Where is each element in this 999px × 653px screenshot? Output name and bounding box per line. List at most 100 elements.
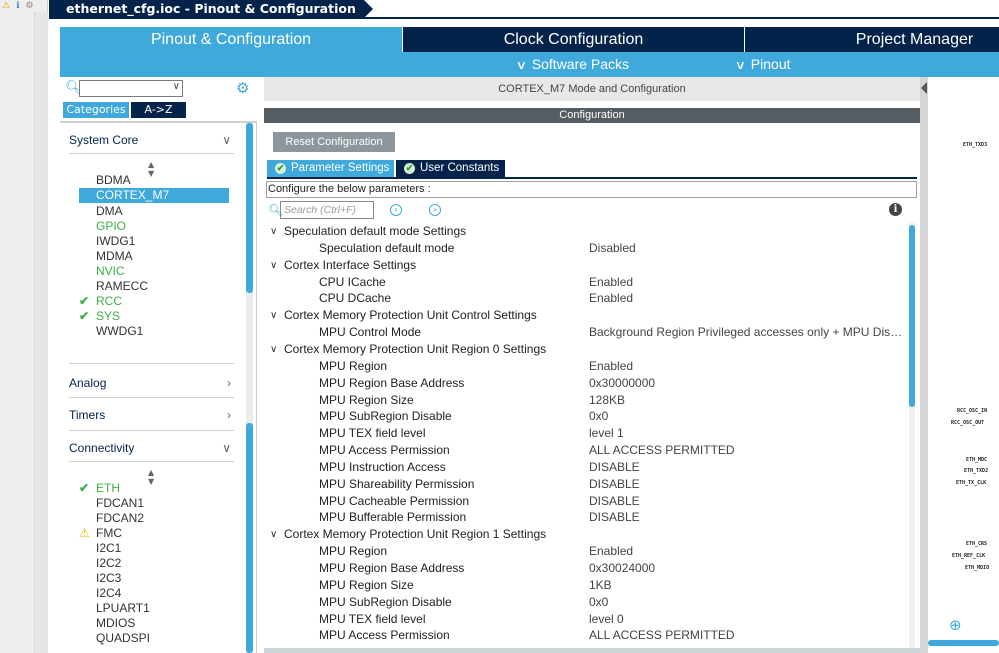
list-item-ramecc[interactable]: RAMECC [96,279,246,294]
tree-param-row[interactable]: MPU Bufferable Permission DISABLE [264,509,909,526]
tree-param-row[interactable]: MPU Control Mode Background Region Privil… [264,324,909,341]
list-item-i2c3[interactable]: I2C3 [96,571,246,586]
param-value[interactable]: ALL ACCESS PERMITTED [589,627,907,644]
previous-icon[interactable]: ‹ [390,204,402,216]
tree-param-row[interactable]: MPU Region Enabled [264,543,909,560]
param-value[interactable]: Enabled [589,543,907,560]
settings-icon[interactable]: ⚙ [26,1,34,11]
list-item-i2c2[interactable]: I2C2 [96,556,246,571]
list-item-rcc[interactable]: ✔ RCC [79,294,229,309]
search-combo[interactable]: ∨ [79,80,183,97]
list-item-quadspi[interactable]: QUADSPI [96,631,246,646]
list-item-gpio[interactable]: GPIO [96,219,246,234]
ide-scrollbar[interactable] [34,12,48,653]
tree-param-row[interactable]: MPU Region Size 1KB [264,577,909,594]
categories-button[interactable]: Categories [63,102,129,118]
software-packs-menu[interactable]: ∨ Software Packs [516,52,629,77]
zoom-in-icon[interactable]: ⊕ [949,616,964,634]
tree-param-row[interactable]: CPU ICache Enabled [264,274,909,291]
list-item-iwdg1[interactable]: IWDG1 [96,234,246,249]
tree-param-row[interactable]: MPU TEX field level level 0 [264,611,909,628]
next-icon[interactable]: › [429,204,441,216]
gear-icon[interactable]: ⚙ [236,79,249,97]
param-search-input[interactable]: Search (Ctrl+F) [280,201,374,219]
list-item-fdcan2[interactable]: FDCAN2 [96,511,246,526]
section-connectivity[interactable]: Connectivity ∨ [69,441,231,461]
category-scrollbar[interactable] [246,123,253,653]
tree-param-row[interactable]: MPU Region Enabled [264,358,909,375]
tree-param-row[interactable]: MPU Instruction Access DISABLE [264,459,909,476]
chevron-down-icon[interactable]: ∨ [173,81,180,92]
tab-pinout-configuration[interactable]: Pinout & Configuration [60,27,403,52]
list-item-fmc[interactable]: ⚠ FMC [79,526,229,541]
tree-group-row[interactable]: ∨ Cortex Interface Settings [264,257,909,274]
param-value[interactable]: 1KB [589,577,907,594]
list-item-cortex-m7[interactable]: CORTEX_M7 [79,188,229,203]
tree-param-row[interactable]: MPU Region Base Address 0x30000000 [264,375,909,392]
param-value[interactable]: Disabled [589,240,907,257]
tree-group-row[interactable]: ∨ Speculation default mode Settings [264,223,909,240]
tree-param-row[interactable]: MPU Access Permission ALL ACCESS PERMITTE… [264,442,909,459]
pinout-view[interactable]: ETH_TXD3 RCC_OSC_IN RCC_OSC_OUT ETH_MDC … [928,77,999,653]
chevron-down-icon[interactable]: ∨ [270,526,277,543]
list-item-mdma[interactable]: MDMA [96,249,246,264]
list-item-nvic[interactable]: NVIC [96,264,246,279]
param-value[interactable]: DISABLE [589,459,907,476]
pinout-scrollbar[interactable] [928,640,999,646]
param-value[interactable]: 0x0 [589,408,907,425]
list-item-sys[interactable]: ✔ SYS [79,309,229,324]
list-item-dma[interactable]: DMA [96,204,246,219]
tree-param-row[interactable]: MPU Region Base Address 0x30024000 [264,560,909,577]
horizontal-scrollbar[interactable] [264,648,920,653]
tab-user-constants[interactable]: ✔ User Constants [396,160,505,177]
list-item-fdcan1[interactable]: FDCAN1 [96,496,246,511]
list-item-lpuart1[interactable]: LPUART1 [96,601,246,616]
list-item-eth[interactable]: ✔ ETH [79,481,229,496]
tree-param-row[interactable]: MPU TEX field level level 1 [264,425,909,442]
scroll-thumb[interactable] [246,123,253,293]
param-value[interactable]: DISABLE [589,493,907,510]
parameter-scrollbar[interactable] [909,223,915,648]
info-icon[interactable]: ℹ [16,1,19,11]
tree-param-row[interactable]: Speculation default mode Disabled [264,240,909,257]
tree-param-row[interactable]: MPU SubRegion Disable 0x0 [264,408,909,425]
tree-param-row[interactable]: MPU Shareability Permission DISABLE [264,476,909,493]
panel-splitter[interactable] [920,77,928,653]
list-item-i2c1[interactable]: I2C1 [96,541,246,556]
param-value[interactable]: Enabled [589,358,907,375]
tree-param-row[interactable]: MPU Region Size 128KB [264,392,909,409]
info-icon[interactable]: i [889,203,902,216]
param-value[interactable]: ALL ACCESS PERMITTED [589,442,907,459]
param-value[interactable]: DISABLE [589,476,907,493]
warning-icon[interactable]: ⚠ [2,1,10,11]
tree-group-row[interactable]: ∨ Cortex Memory Protection Unit Control S… [264,307,909,324]
chevron-down-icon[interactable]: ∨ [270,223,277,240]
param-value[interactable]: 0x0 [589,594,907,611]
param-value[interactable]: DISABLE [589,509,907,526]
param-value[interactable]: Enabled [589,290,907,307]
param-value[interactable]: level 1 [589,425,907,442]
list-item-bdma[interactable]: BDMA [96,173,246,188]
chevron-down-icon[interactable]: ∨ [270,257,277,274]
az-button[interactable]: A->Z [131,102,186,118]
tree-param-row[interactable]: MPU Access Permission ALL ACCESS PERMITTE… [264,627,909,644]
section-analog[interactable]: Analog › [69,376,231,396]
tree-param-row[interactable]: MPU Cacheable Permission DISABLE [264,493,909,510]
param-value[interactable]: 0x30000000 [589,375,907,392]
param-value[interactable]: level 0 [589,611,907,628]
tree-group-row[interactable]: ∨ Cortex Memory Protection Unit Region 0 … [264,341,909,358]
param-value[interactable]: Background Region Privileged accesses on… [589,324,907,341]
scroll-thumb[interactable] [246,423,253,653]
tab-parameter-settings[interactable]: ✔ Parameter Settings [267,160,394,177]
param-value[interactable]: 128KB [589,392,907,409]
chevron-down-icon[interactable]: ∨ [270,341,277,358]
tree-group-row[interactable]: ∨ Cortex Memory Protection Unit Region 1 … [264,526,909,543]
list-item-mdios[interactable]: MDIOS [96,616,246,631]
scroll-thumb[interactable] [909,225,915,407]
chevron-down-icon[interactable]: ∨ [270,307,277,324]
section-timers[interactable]: Timers › [69,408,231,428]
list-item-i2c4[interactable]: I2C4 [96,586,246,601]
section-system-core[interactable]: System Core ∨ [69,133,231,153]
list-item-wwdg1[interactable]: WWDG1 [96,324,246,339]
reset-configuration-button[interactable]: Reset Configuration [273,132,395,152]
